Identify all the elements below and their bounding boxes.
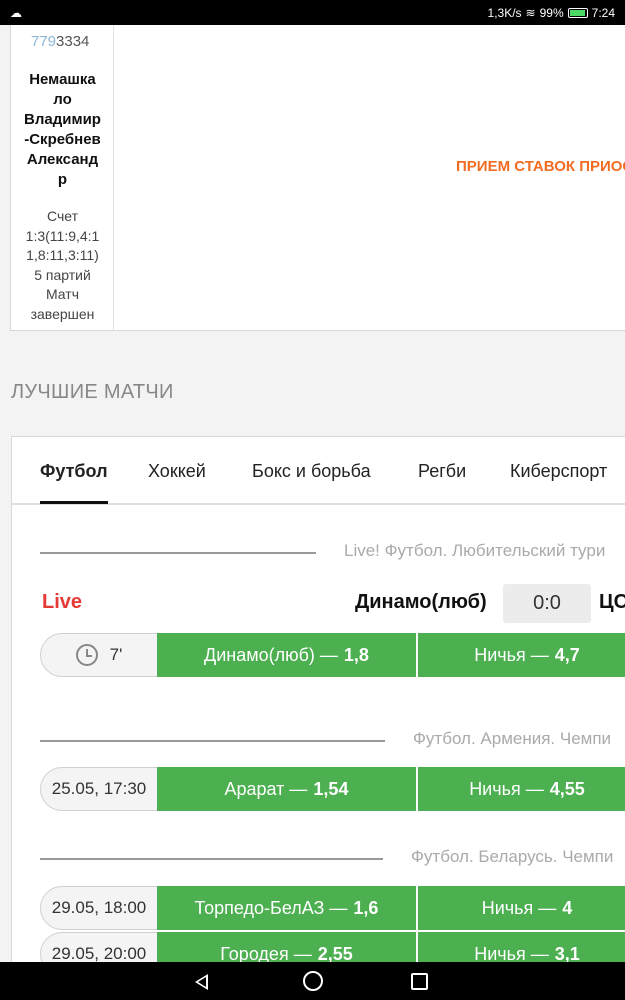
odd-label: Торпедо-БелАЗ — [194, 897, 348, 918]
battery-percent: 99% [539, 5, 564, 20]
odd-label: Ничья — [474, 644, 549, 665]
player-line: Немашка [29, 71, 96, 88]
match-id: 7793334 [31, 33, 89, 50]
tab-rugby[interactable]: Регби [418, 461, 466, 482]
sport-tabs: Футбол Хоккей Бокс и борьба Регби Киберс… [12, 437, 625, 505]
score-line: 1:3(11:9,4:1 [25, 227, 100, 244]
match-id-highlight: 779 [31, 33, 57, 50]
score-line: Счет [47, 208, 78, 224]
score-line: 1,8:11,3:11) [26, 247, 99, 263]
odd-value: 1,6 [353, 897, 379, 918]
odd-label: Динамо(люб) — [204, 644, 338, 665]
odd-home-button[interactable]: Динамо(люб) —1,8 [157, 633, 418, 677]
odd-value: 4,55 [549, 778, 585, 799]
league-divider [40, 552, 316, 554]
player-line: Александ [26, 151, 99, 168]
status-bar: ☁ 1,3K/s ≋ 99% 7:24 [0, 0, 625, 25]
bets-suspended-message: ПРИЕМ СТАВОК ПРИОС [456, 158, 625, 175]
league-name[interactable]: Футбол. Армения. Чемпи [413, 729, 611, 749]
home-icon[interactable] [303, 971, 323, 991]
odd-value: 4,7 [554, 644, 580, 665]
league-divider [40, 858, 383, 860]
navigation-bar [0, 962, 625, 1000]
score-line: завершен [30, 305, 95, 322]
odd-label: Арарат — [224, 778, 308, 799]
live-score: 0:0 [503, 584, 591, 623]
section-title: ЛУЧШИЕ МАТЧИ [11, 381, 174, 403]
score-line: 5 партий [34, 266, 91, 283]
result-card: 7793334 Немашка ло Владимир -Скребнев Ал… [10, 25, 625, 331]
best-matches-panel: Футбол Хоккей Бокс и борьба Регби Киберс… [11, 436, 625, 976]
tab-hockey[interactable]: Хоккей [148, 461, 206, 482]
wifi-icon: ≋ [525, 5, 536, 20]
odd-draw-button[interactable]: Ничья —4 [418, 886, 625, 930]
odd-home-button[interactable]: Торпедо-БелАЗ —1,6 [157, 886, 418, 930]
player-line: ло [53, 91, 72, 108]
live-label: Live [42, 591, 83, 613]
match-time: 25.05, 17:30 [40, 767, 158, 811]
odd-draw-button[interactable]: Ничья —4,55 [418, 767, 625, 811]
score-line: Матч [45, 286, 79, 302]
player-line: -Скребнев [24, 131, 101, 148]
active-tab-indicator [40, 501, 108, 504]
clock-time: 7:24 [591, 5, 615, 20]
odd-draw-button[interactable]: Ничья —4,7 [418, 633, 625, 677]
player-line: р [57, 171, 68, 188]
final-score: Счет 1:3(11:9,4:1 1,8:11,3:11) 5 партий … [11, 207, 114, 324]
odd-home-button[interactable]: Арарат —1,54 [157, 767, 418, 811]
odd-label: Ничья — [481, 897, 557, 918]
league-name[interactable]: Футбол. Беларусь. Чемпи [411, 847, 613, 867]
odd-label: Ничья — [469, 778, 544, 799]
back-icon[interactable] [195, 974, 208, 990]
clock-icon [75, 644, 98, 666]
odd-value: 1,54 [313, 778, 349, 799]
minute-value: 7' [109, 645, 123, 664]
odd-value: 4 [562, 897, 573, 918]
match-time: 29.05, 18:00 [40, 886, 158, 930]
players-names: Немашка ло Владимир -Скребнев Александ р [11, 70, 114, 190]
tab-boxing[interactable]: Бокс и борьба [252, 461, 371, 482]
result-info: 7793334 Немашка ло Владимир -Скребнев Ал… [11, 25, 114, 330]
recent-apps-icon[interactable] [411, 973, 428, 990]
tab-esports[interactable]: Киберспорт [510, 461, 607, 482]
odd-value: 1,8 [343, 644, 369, 665]
live-team1[interactable]: Динамо(люб) [355, 591, 487, 614]
match-minute: 7' [40, 633, 158, 677]
network-speed: 1,3K/s [487, 5, 522, 20]
battery-icon [567, 7, 588, 18]
match-id-rest: 3334 [56, 33, 90, 50]
cloud-icon: ☁ [10, 5, 22, 20]
live-team2[interactable]: ЦС [599, 591, 625, 614]
league-divider [40, 740, 385, 742]
league-name[interactable]: Live! Футбол. Любительский тури [344, 541, 605, 561]
player-line: Владимир [24, 111, 101, 128]
tab-football[interactable]: Футбол [40, 461, 108, 482]
